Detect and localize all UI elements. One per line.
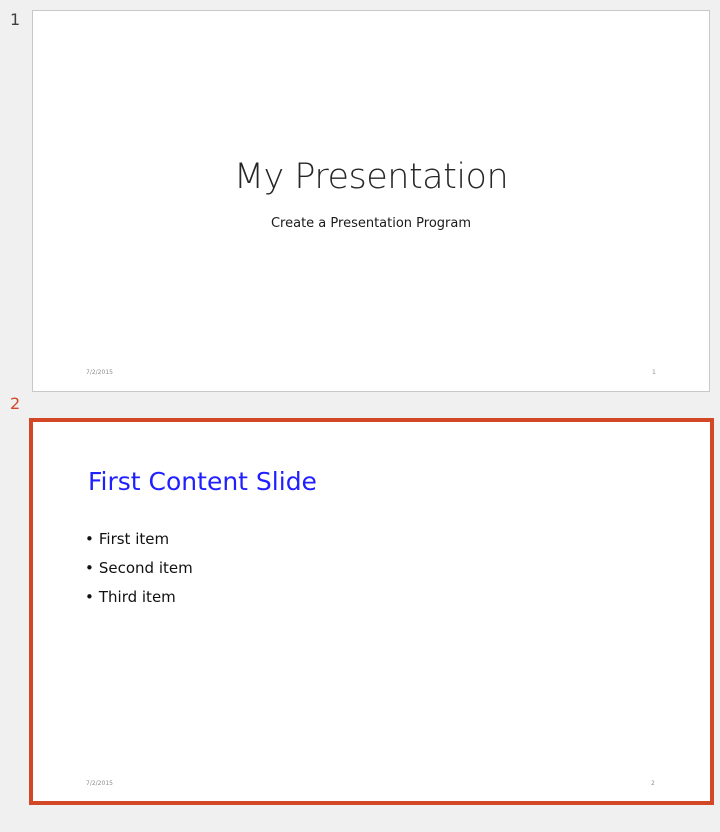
- slide-footer-number: 2: [651, 780, 655, 787]
- slide-footer-date: 7/2/2015: [86, 369, 113, 376]
- bullet-item: Second item: [85, 559, 193, 588]
- slide-thumbnail-2-selected[interactable]: First Content Slide First item Second it…: [29, 418, 714, 805]
- slide-footer-date: 7/2/2015: [86, 780, 113, 787]
- slide-subtitle: Create a Presentation Program: [270, 216, 472, 231]
- bullet-item: Third item: [85, 588, 193, 617]
- slide-number-2: 2: [10, 394, 21, 413]
- slide-title: My Presentation: [233, 157, 509, 197]
- slide-footer-number: 1: [652, 369, 656, 376]
- slide-thumbnail-1[interactable]: My Presentation Create a Presentation Pr…: [32, 10, 710, 392]
- slide-title: First Content Slide: [88, 467, 317, 496]
- bullet-item: First item: [85, 530, 193, 559]
- slide-number-1: 1: [10, 10, 21, 29]
- bullet-list: First item Second item Third item: [85, 530, 193, 617]
